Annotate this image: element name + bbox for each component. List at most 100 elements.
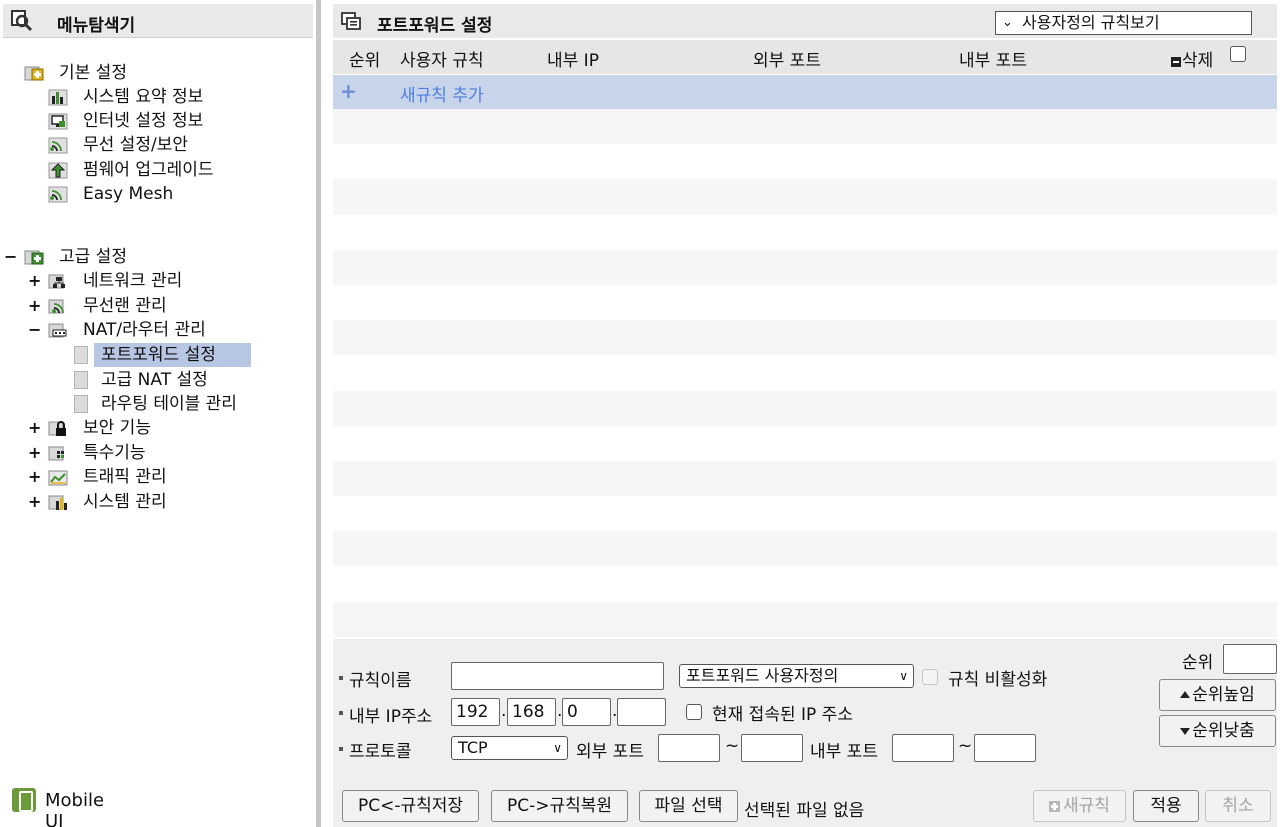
- page-icon: [74, 371, 88, 389]
- rank-down-button[interactable]: 순위낮춤: [1159, 715, 1276, 747]
- table-row: [333, 109, 1277, 145]
- table-row: [333, 249, 1277, 285]
- tree-advanced-settings[interactable]: − 고급 설정: [4, 246, 224, 268]
- tree-item-easy-mesh[interactable]: Easy Mesh: [48, 183, 248, 205]
- range-tilde: ~: [958, 736, 973, 756]
- protocol-select[interactable]: TCP ∨: [451, 736, 568, 760]
- expand-toggle[interactable]: +: [28, 491, 41, 513]
- internal-port-start-input[interactable]: [892, 734, 954, 762]
- table-row: [333, 496, 1277, 531]
- ip-octet-3-input[interactable]: 0: [562, 698, 611, 726]
- chevron-down-icon: ⌄: [1002, 15, 1013, 30]
- page-icon: [74, 346, 88, 364]
- ip-dot: .: [501, 701, 507, 721]
- table-row: [333, 460, 1277, 497]
- special-icon: [48, 446, 64, 461]
- tree-item-label: 보안 기능: [83, 418, 151, 438]
- mobile-phone-icon: [12, 788, 36, 812]
- disable-rule-checkbox[interactable]: [922, 669, 938, 685]
- tree-item-firmware-upgrade[interactable]: 펌웨어 업그레이드: [48, 159, 248, 181]
- tree-item-network-mgmt[interactable]: + 네트워크 관리: [28, 270, 248, 292]
- tree-item-special[interactable]: + 특수기능: [28, 442, 248, 464]
- save-rules-to-pc-button[interactable]: PC<-규칙저장: [342, 790, 479, 822]
- tree-basic-settings-label: 기본 설정: [59, 63, 127, 83]
- ip-octet-1-input[interactable]: 192: [451, 698, 500, 726]
- cancel-button[interactable]: 취소: [1205, 790, 1271, 822]
- expand-toggle[interactable]: +: [28, 270, 41, 292]
- tree-advanced-settings-label: 고급 설정: [59, 247, 127, 267]
- table-row: [333, 390, 1277, 426]
- table-row: [333, 601, 1277, 637]
- folder-add-icon: [24, 250, 44, 265]
- protocol-label: 프로토콜: [349, 742, 412, 762]
- mobile-ui-label: Mobile UI: [45, 790, 105, 827]
- delete-all-checkbox[interactable]: [1230, 46, 1246, 62]
- tree-item-internet-info[interactable]: 인터넷 설정 정보: [48, 110, 248, 132]
- table-row: [333, 215, 1277, 250]
- tree-item-routing-table[interactable]: 라우팅 테이블 관리: [74, 393, 274, 415]
- tree-item-security[interactable]: + 보안 기능: [28, 417, 248, 439]
- rule-view-select-value: 사용자정의 규칙보기: [1022, 13, 1160, 32]
- col-delete: 삭제: [1171, 46, 1213, 71]
- tree-item-label: 고급 NAT 설정: [101, 370, 208, 390]
- expand-toggle[interactable]: +: [28, 466, 41, 488]
- tree-item-nat-router-mgmt[interactable]: − NAT/라우터 관리: [28, 319, 248, 341]
- wifi-icon: [48, 186, 68, 203]
- current-ip-checkbox[interactable]: [686, 704, 702, 720]
- col-delete-label: 삭제: [1182, 51, 1214, 71]
- ip-octet-4-input[interactable]: [617, 698, 666, 726]
- collapse-toggle[interactable]: −: [4, 246, 17, 268]
- new-rule-button[interactable]: 새규칙: [1033, 790, 1126, 822]
- external-port-start-input[interactable]: [658, 734, 720, 762]
- tree-item-wireless-security[interactable]: 무선 설정/보안: [48, 134, 248, 156]
- table-header: 순위 사용자 규칙 내부 IP 외부 포트 내부 포트 삭제: [333, 40, 1277, 74]
- col-rank: 순위: [349, 51, 381, 71]
- tree-item-traffic[interactable]: + 트래픽 관리: [28, 466, 248, 488]
- triangle-down-icon: [1180, 728, 1191, 735]
- expand-toggle[interactable]: +: [28, 417, 41, 439]
- rule-type-select[interactable]: 포트포워드 사용자정의 ∨: [679, 664, 914, 688]
- internal-port-end-input[interactable]: [974, 734, 1036, 762]
- table-row: [333, 179, 1277, 215]
- rank-input[interactable]: [1223, 644, 1277, 674]
- collapse-toggle[interactable]: −: [28, 319, 41, 341]
- table-row: [333, 426, 1277, 461]
- ip-octet-2-input[interactable]: 168: [507, 698, 556, 726]
- external-port-end-input[interactable]: [741, 734, 803, 762]
- current-ip-label: 현재 접속된 IP 주소: [712, 705, 853, 725]
- tree-item-system-summary[interactable]: 시스템 요약 정보: [48, 86, 248, 108]
- tree-item-wlan-mgmt[interactable]: + 무선랜 관리: [28, 295, 248, 317]
- tree-item-label: 특수기능: [83, 443, 146, 463]
- apply-button[interactable]: 적용: [1133, 790, 1199, 822]
- splitter-bar[interactable]: [316, 0, 321, 827]
- file-select-button[interactable]: 파일 선택: [639, 790, 738, 822]
- panel-splitter[interactable]: [316, 0, 328, 827]
- rank-down-label: 순위낮춤: [1192, 721, 1255, 741]
- restore-rules-from-pc-button[interactable]: PC->규칙복원: [491, 790, 628, 822]
- network-icon: [48, 274, 65, 289]
- add-rule-row[interactable]: + 새규칙 추가: [333, 75, 1277, 109]
- expand-toggle[interactable]: +: [28, 295, 41, 317]
- plus-square-icon: [1049, 801, 1061, 812]
- menu-explorer-panel: 메뉴탐색기 기본 설정 시스템 요약 정보 인터넷 설정 정보 무선 설정/보안…: [0, 0, 316, 827]
- rank-label: 순위: [1182, 653, 1214, 673]
- rule-name-input[interactable]: [451, 662, 664, 690]
- rank-up-button[interactable]: 순위높임: [1159, 679, 1276, 711]
- plus-icon: +: [340, 79, 357, 103]
- table-row: [333, 355, 1277, 390]
- bullet: [339, 676, 343, 680]
- expand-toggle[interactable]: +: [28, 442, 41, 464]
- add-rule-link[interactable]: 새규칙 추가: [400, 81, 484, 106]
- tree-item-advanced-nat[interactable]: 고급 NAT 설정: [74, 369, 254, 391]
- tree-item-system-mgmt[interactable]: + 시스템 관리: [28, 491, 248, 513]
- table-row: [333, 566, 1277, 601]
- tree-basic-settings[interactable]: 기본 설정: [24, 62, 224, 84]
- triangle-up-icon: [1180, 691, 1191, 698]
- bullet: [339, 711, 343, 715]
- rank-up-label: 순위높임: [1192, 685, 1255, 705]
- disable-rule-label: 규칙 비활성화: [948, 670, 1048, 690]
- page-icon: [74, 395, 88, 413]
- rule-view-select[interactable]: ⌄ 사용자정의 규칙보기: [995, 11, 1252, 35]
- tree-item-label: 인터넷 설정 정보: [83, 111, 204, 131]
- tree-item-port-forward[interactable]: 포트포워드 설정: [74, 344, 254, 366]
